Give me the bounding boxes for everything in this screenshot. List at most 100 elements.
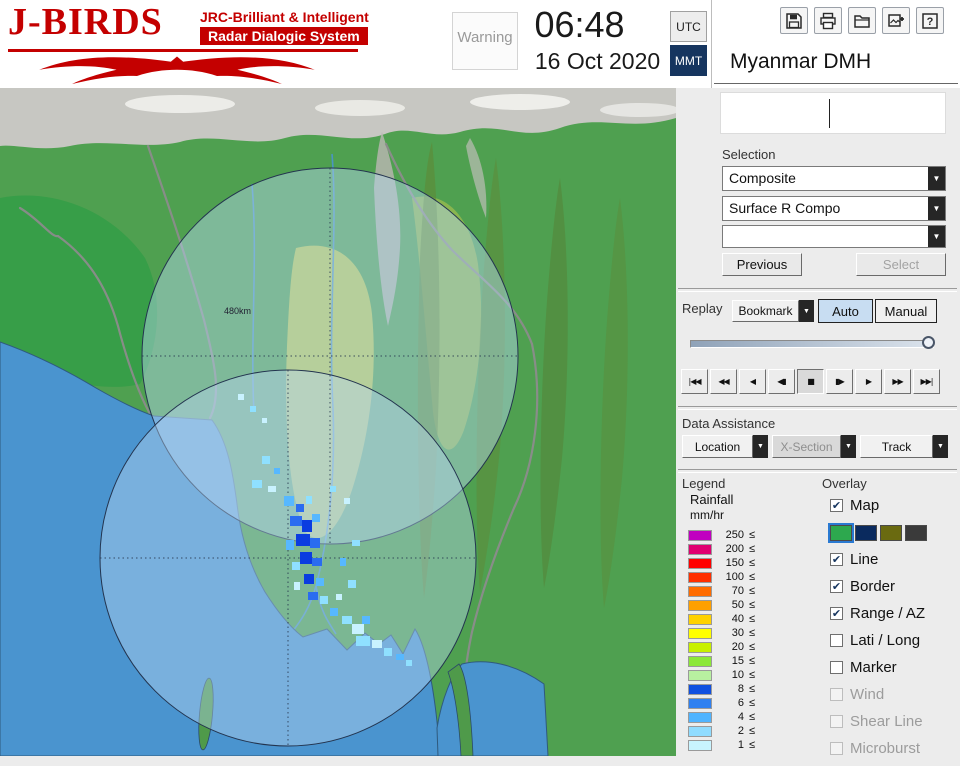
bookmark-button-label[interactable]: Bookmark (732, 300, 799, 322)
elevation-dropdown[interactable]: ▼ (722, 225, 946, 248)
chevron-down-icon[interactable]: ▼ (928, 167, 945, 190)
checkbox[interactable]: ✔ (830, 580, 843, 593)
legend-entry: 15≤ (688, 654, 755, 668)
chevron-down-icon[interactable]: ▼ (841, 435, 856, 458)
overlay-wind: Wind (830, 685, 958, 704)
chevron-down-icon[interactable]: ▼ (753, 435, 768, 458)
legend-color-swatch (688, 614, 712, 625)
legend-entry: 30≤ (688, 626, 755, 640)
playback-fast-forward-button[interactable]: ▶▶ (884, 369, 911, 394)
checkbox[interactable] (830, 661, 843, 674)
checkbox[interactable]: ✔ (830, 607, 843, 620)
replay-timeline-handle[interactable] (922, 336, 935, 349)
playback-fast-rewind-button[interactable]: ◀◀ (710, 369, 737, 394)
overlay-border[interactable]: ✔Border (830, 577, 958, 596)
overlay-line[interactable]: ✔Line (830, 550, 958, 569)
legend-color-swatch (688, 544, 712, 555)
map-style-swatch[interactable] (905, 525, 927, 541)
product-dropdown[interactable]: Composite ▼ (722, 166, 946, 191)
legend-lte-sign: ≤ (749, 641, 755, 653)
toolbar-icons: ? (780, 7, 944, 34)
legend-color-swatch (688, 670, 712, 681)
subproduct-dropdown[interactable]: Surface R Compo ▼ (722, 196, 946, 221)
checkbox[interactable] (830, 634, 843, 647)
playback-play-reverse-button[interactable]: ◀ (739, 369, 766, 394)
warning-button[interactable]: Warning (452, 12, 518, 70)
replay-timeline-track[interactable] (690, 340, 934, 348)
track-button-label[interactable]: Track (860, 435, 933, 458)
data-assistance-label: Data Assistance (682, 416, 775, 431)
utc-toggle-button[interactable]: UTC (670, 11, 707, 42)
header-bar: J-BIRDS JRC-Brilliant & Intelligent Rada… (0, 0, 960, 89)
subproduct-dropdown-value: Surface R Compo (729, 200, 840, 216)
legend-value: 10 (714, 669, 744, 681)
legend-lte-sign: ≤ (749, 669, 755, 681)
legend-entry: 8≤ (688, 682, 755, 696)
legend-title: Rainfall (690, 492, 733, 507)
product-dropdown-value: Composite (729, 170, 796, 186)
print-icon[interactable] (814, 7, 842, 34)
folder-open-icon[interactable] (848, 7, 876, 34)
checkbox[interactable]: ✔ (830, 499, 843, 512)
overlay-item-label: Lati / Long (850, 632, 920, 649)
chevron-down-icon[interactable]: ▼ (799, 300, 814, 322)
legend-value: 1 (714, 739, 744, 751)
chevron-down-icon[interactable]: ▼ (933, 435, 948, 458)
playback-stop-button[interactable]: ■ (797, 369, 824, 394)
x-section-button[interactable]: X-Section ▼ (772, 435, 856, 458)
legend-value: 8 (714, 683, 744, 695)
location-button[interactable]: Location ▼ (682, 435, 768, 458)
track-button[interactable]: Track ▼ (860, 435, 948, 458)
overlay-options: ✔Map ✔Line ✔Border ✔Range / AZ Lati / Long Ma… (830, 496, 958, 766)
legend-lte-sign: ≤ (749, 585, 755, 597)
legend-lte-sign: ≤ (749, 557, 755, 569)
overlay-map[interactable]: ✔Map (830, 496, 958, 515)
playback-forward-to-end-button[interactable]: ▶▶| (913, 369, 940, 394)
legend-value: 150 (714, 557, 744, 569)
radar-map-display[interactable]: 480km (0, 88, 676, 756)
playback-controls: |◀◀◀◀◀◀▮■▮▶▶▶▶▶▶| (681, 369, 940, 394)
legend-entry: 70≤ (688, 584, 755, 598)
manual-mode-button[interactable]: Manual (875, 299, 937, 323)
overlay-range-az[interactable]: ✔Range / AZ (830, 604, 958, 623)
chevron-down-icon[interactable]: ▼ (928, 197, 945, 220)
select-button[interactable]: Select (856, 253, 946, 276)
x-section-button-label[interactable]: X-Section (772, 435, 841, 458)
bookmark-button[interactable]: Bookmark ▼ (732, 300, 814, 322)
previous-button[interactable]: Previous (722, 253, 802, 276)
legend-lte-sign: ≤ (749, 739, 755, 751)
legend-color-swatch (688, 726, 712, 737)
mmt-toggle-button[interactable]: MMT (670, 45, 707, 76)
help-icon[interactable]: ? (916, 7, 944, 34)
legend-value: 200 (714, 543, 744, 555)
overlay-item-label: Wind (850, 686, 884, 703)
overlay-lati-long[interactable]: Lati / Long (830, 631, 958, 650)
playback-play-button[interactable]: ▶ (855, 369, 882, 394)
save-icon[interactable] (780, 7, 808, 34)
replay-label: Replay (682, 301, 722, 316)
auto-mode-button[interactable]: Auto (818, 299, 873, 323)
location-button-label[interactable]: Location (682, 435, 753, 458)
checkbox[interactable]: ✔ (830, 553, 843, 566)
map-style-swatch[interactable] (855, 525, 877, 541)
checkbox (830, 715, 843, 728)
legend-lte-sign: ≤ (749, 529, 755, 541)
product-query-box[interactable] (720, 92, 946, 134)
overlay-marker[interactable]: Marker (830, 658, 958, 677)
legend-value: 20 (714, 641, 744, 653)
playback-rewind-to-start-button[interactable]: |◀◀ (681, 369, 708, 394)
divider (678, 469, 957, 473)
legend-entry: 50≤ (688, 598, 755, 612)
map-style-swatches (830, 523, 958, 542)
playback-step-back-button[interactable]: ◀▮ (768, 369, 795, 394)
chevron-down-icon[interactable]: ▼ (928, 226, 945, 247)
map-style-swatch[interactable] (880, 525, 902, 541)
legend-lte-sign: ≤ (749, 571, 755, 583)
map-style-swatch[interactable] (830, 525, 852, 541)
export-image-icon[interactable] (882, 7, 910, 34)
divider (678, 288, 957, 292)
legend-entry: 10 ≤ (688, 668, 755, 682)
legend-lte-sign: ≤ (749, 599, 755, 611)
playback-step-forward-button[interactable]: ▮▶ (826, 369, 853, 394)
legend-color-swatch (688, 530, 712, 541)
